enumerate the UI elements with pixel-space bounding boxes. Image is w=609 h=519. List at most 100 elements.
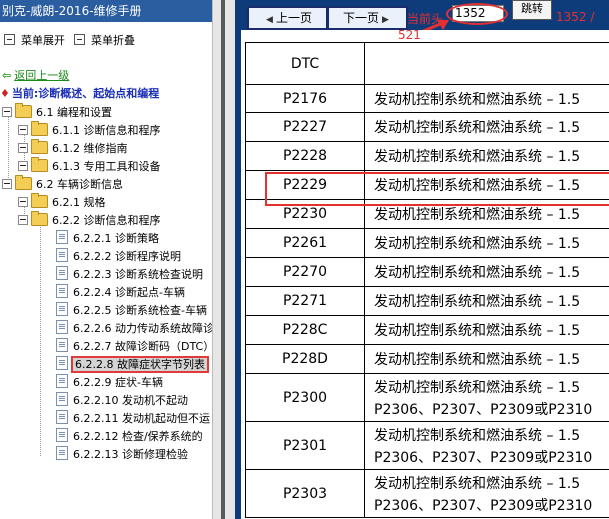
dtc-code: P2300: [245, 373, 365, 422]
table-row: P2176 发动机控制系统和燃油系统 – 1.5: [245, 84, 609, 113]
tree-node[interactable]: 6.2.1 规格: [18, 193, 106, 212]
dtc-table: DTC P2176 发动机控制系统和燃油系统 – 1.5 P2227 发动机控制系统…: [245, 42, 609, 518]
annotation-circle: [446, 3, 508, 25]
collapse-icon: [74, 34, 85, 45]
tree-leaf[interactable]: 6.2.2.2 诊断程序说明: [56, 248, 181, 266]
tree-node[interactable]: 6.1.3 专用工具和设备: [18, 157, 161, 176]
dtc-description: 发动机控制系统和燃油系统 – 1.5 P2306、P2307、P2309或P231…: [364, 469, 609, 518]
dtc-description: 发动机控制系统和燃油系统 – 1.5 P2306、P2307、P2309或P231…: [364, 373, 609, 422]
folder-open-icon: [15, 103, 32, 118]
table-header-row: DTC: [245, 42, 609, 85]
triangle-left-icon: ◀: [266, 15, 273, 25]
tree-leaf[interactable]: 6.2.2.5 诊断系统检查-车辆: [56, 302, 207, 320]
collapse-toggle-icon[interactable]: [18, 143, 28, 153]
table-row: P2271 发动机控制系统和燃油系统 – 1.5: [245, 286, 609, 316]
tree-node[interactable]: 6.1.1 诊断信息和程序: [18, 121, 161, 140]
dtc-description: 发动机控制系统和燃油系统 – 1.5 P2306、P2307、P2309或P231…: [364, 421, 609, 470]
folder-open-icon: [31, 211, 48, 226]
header-dtc: DTC: [245, 42, 365, 85]
tree-leaf[interactable]: 6.2.2.6 动力传动系统故障诊: [56, 320, 212, 338]
tree-leaf[interactable]: 6.2.2.11 发动机起动但不运: [56, 410, 210, 428]
table-row: P2300 发动机控制系统和燃油系统 – 1.5 P2306、P2307、P2309…: [245, 373, 609, 422]
current-section: ♦ 当前:诊断概述、起始点和编程: [0, 87, 160, 100]
prev-page-button[interactable]: ◀ 上一页: [247, 6, 328, 30]
dtc-description: 发动机控制系统和燃油系统 – 1.5: [364, 257, 609, 287]
tree-leaf[interactable]: 6.2.2.7 故障诊断码（DTC）: [56, 338, 212, 356]
document-icon: [56, 410, 68, 424]
document-icon: [56, 320, 68, 334]
annotation-highlight-box: [265, 172, 609, 206]
document-page: DTC P2176 发动机控制系统和燃油系统 – 1.5 P2227 发动机控制系统…: [241, 30, 609, 519]
dtc-description: 发动机控制系统和燃油系统 – 1.5: [364, 141, 609, 171]
collapse-toggle-icon[interactable]: [18, 161, 28, 171]
table-row: P2261 发动机控制系统和燃油系统 – 1.5: [245, 228, 609, 258]
dtc-code: P2261: [245, 228, 365, 258]
collapse-toggle-icon[interactable]: [18, 215, 28, 225]
manual-title: 别克-威朗-2016-维修手册: [0, 0, 212, 22]
dtc-code: P2303: [245, 469, 365, 518]
document-icon: [56, 248, 68, 262]
tree-leaf[interactable]: 6.2.2.12 检查/保养系统的: [56, 428, 203, 446]
tree-leaf[interactable]: 6.2.2.10 发动机不起动: [56, 392, 188, 410]
collapse-all-button[interactable]: 菜单折叠: [74, 33, 135, 49]
folder-icon: [31, 157, 48, 172]
collapse-toggle-icon[interactable]: [2, 179, 12, 189]
document-icon: [56, 230, 68, 244]
dtc-code: P2228: [245, 141, 365, 171]
folder-icon: [31, 121, 48, 136]
dtc-description: 发动机控制系统和燃油系统 – 1.5: [364, 228, 609, 258]
table-row: P228C 发动机控制系统和燃油系统 – 1.5: [245, 315, 609, 345]
table-row: P2228 发动机控制系统和燃油系统 – 1.5: [245, 141, 609, 171]
document-icon: [56, 338, 68, 352]
folder-icon: [31, 139, 48, 154]
tree-node[interactable]: 6.2.2 诊断信息和程序: [18, 211, 161, 230]
table-row: P2270 发动机控制系统和燃油系统 – 1.5: [245, 257, 609, 287]
dtc-description: 发动机控制系统和燃油系统 – 1.5: [364, 84, 609, 113]
document-icon: [56, 446, 68, 460]
collapse-toggle-icon[interactable]: [18, 197, 28, 207]
collapse-toggle-icon[interactable]: [2, 107, 12, 117]
dtc-code: P2301: [245, 421, 365, 470]
table-row: P2303 发动机控制系统和燃油系统 – 1.5 P2306、P2307、P2309…: [245, 469, 609, 518]
table-row: P228D 发动机控制系统和燃油系统 – 1.5: [245, 344, 609, 374]
document-icon: [56, 428, 68, 442]
total-pages-label: 1352 /: [556, 10, 595, 24]
document-icon: [56, 302, 68, 316]
table-row: P2227 发动机控制系统和燃油系统 – 1.5: [245, 112, 609, 142]
table-row: P2301 发动机控制系统和燃油系统 – 1.5 P2306、P2307、P2309…: [245, 421, 609, 470]
jump-button[interactable]: 跳转: [512, 0, 552, 20]
triangle-right-icon: ▶: [382, 15, 389, 25]
dtc-description: 发动机控制系统和燃油系统 – 1.5: [364, 315, 609, 345]
expand-all-button[interactable]: 菜单展开: [4, 33, 65, 49]
tree-node[interactable]: 6.1 编程和设置: [2, 103, 112, 122]
tree-leaf[interactable]: 6.2.2.9 症状-车辆: [56, 374, 163, 392]
document-icon: [56, 266, 68, 280]
expand-icon: [4, 34, 15, 45]
tree-node[interactable]: 6.2 车辆诊断信息: [2, 175, 123, 194]
tree-node[interactable]: 6.1.2 维修指南: [18, 139, 128, 158]
tree-leaf[interactable]: 6.2.2.3 诊断系统检查说明: [56, 266, 203, 284]
document-icon: [56, 284, 68, 298]
header-desc: [364, 42, 609, 85]
dtc-code: P228C: [245, 315, 365, 345]
pane-splitter[interactable]: [212, 0, 235, 519]
tree-leaf[interactable]: 6.2.2.1 诊断策略: [56, 230, 159, 248]
total-pages-wrap: 521: [398, 28, 421, 42]
location-pin-icon: ♦: [0, 87, 10, 100]
collapse-toggle-icon[interactable]: [18, 125, 28, 135]
tree-leaf[interactable]: 6.2.2.13 诊断修理检验: [56, 446, 188, 464]
dtc-code: P2176: [245, 84, 365, 113]
document-icon: [56, 374, 68, 388]
document-icon: [56, 392, 68, 406]
dtc-description: 发动机控制系统和燃油系统 – 1.5: [364, 286, 609, 316]
tree-guide-line: [40, 220, 41, 456]
dtc-description: 发动机控制系统和燃油系统 – 1.5: [364, 112, 609, 142]
document-icon: [56, 356, 68, 370]
dtc-code: P2270: [245, 257, 365, 287]
tree-leaf[interactable]: 6.2.2.4 诊断起点-车辆: [56, 284, 185, 302]
back-link[interactable]: ⇦ 返回上一级: [2, 68, 69, 83]
dtc-code: P2227: [245, 112, 365, 142]
dtc-code: P2271: [245, 286, 365, 316]
dtc-description: 发动机控制系统和燃油系统 – 1.5: [364, 344, 609, 374]
tree-leaf-selected[interactable]: 6.2.2.8 故障症状字节列表: [56, 356, 209, 374]
